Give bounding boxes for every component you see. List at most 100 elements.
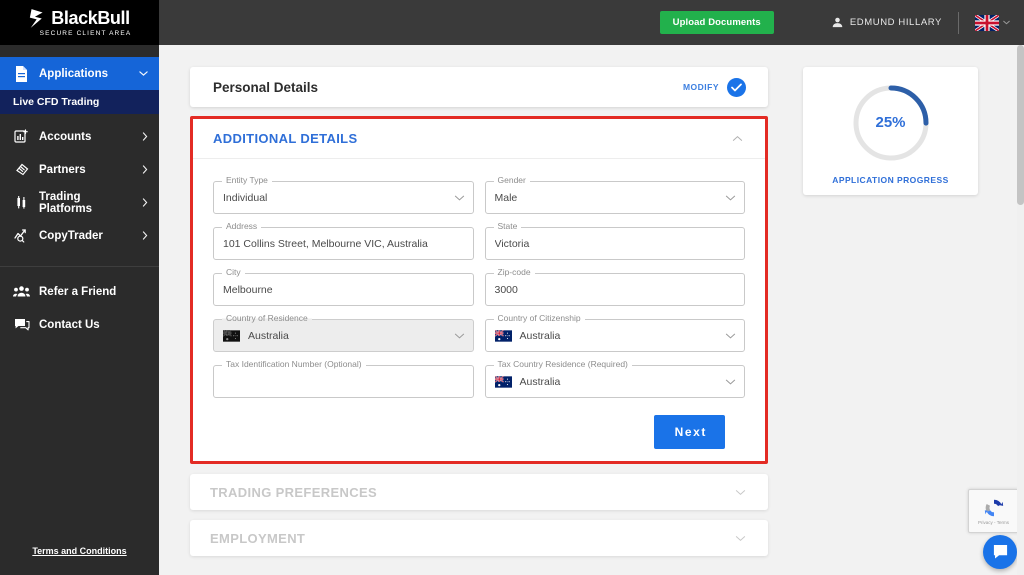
chat-icon <box>13 316 30 333</box>
country-of-residence-select[interactable]: Country of Residence Australia <box>213 313 474 352</box>
additional-details-title: ADDITIONAL DETAILS <box>213 131 358 146</box>
sidebar-item-accounts[interactable]: Accounts <box>0 120 159 153</box>
entity-type-select[interactable]: Entity Type Individual <box>213 175 474 214</box>
field-label: Country of Citizenship <box>493 313 585 324</box>
modify-link[interactable]: MODIFY <box>683 82 719 92</box>
field-label: City <box>222 267 245 278</box>
chevron-down-icon[interactable] <box>725 332 736 339</box>
form-row: Entity Type Individual Gender Male <box>213 175 745 214</box>
chevron-down-icon[interactable] <box>725 378 736 385</box>
chevron-down-icon[interactable] <box>454 332 465 339</box>
sidebar-item-trading-platforms[interactable]: Trading Platforms <box>0 186 159 219</box>
completed-check-badge[interactable] <box>727 77 746 97</box>
chevron-right-icon <box>142 198 148 207</box>
person-icon <box>832 17 843 28</box>
chevron-down-icon[interactable] <box>735 535 746 542</box>
chevron-down-icon <box>139 71 148 76</box>
progress-percent: 25% <box>875 114 906 131</box>
chevron-down-icon[interactable] <box>735 489 746 496</box>
progress-ring: 25% <box>850 82 932 164</box>
address-input[interactable]: Address 101 Collins Street, Melbourne VI… <box>213 221 474 260</box>
field-label: Entity Type <box>222 175 272 186</box>
recaptcha-badge[interactable]: Privacy - Terms <box>968 489 1019 533</box>
chat-bubble-icon <box>993 544 1007 559</box>
chevron-up-icon[interactable] <box>732 135 743 142</box>
recaptcha-text: Privacy - Terms <box>978 520 1009 525</box>
application-progress-card: 25% APPLICATION PROGRESS <box>803 67 978 195</box>
brand-tagline: SECURE CLIENT AREA <box>39 30 132 37</box>
sidebar-label-accounts: Accounts <box>39 130 92 143</box>
upload-documents-button[interactable]: Upload Documents <box>659 11 774 34</box>
page-scrollbar[interactable] <box>1017 45 1024 575</box>
user-menu[interactable]: EDMUND HILLARY <box>832 17 942 28</box>
tax-identification-number-input[interactable]: Tax Identification Number (Optional) <box>213 359 474 398</box>
next-button[interactable]: Next <box>653 415 725 449</box>
additional-details-section: ADDITIONAL DETAILS Entity Type Individua… <box>193 119 765 461</box>
additional-details-header[interactable]: ADDITIONAL DETAILS <box>193 119 765 159</box>
chevron-down-icon[interactable] <box>725 194 736 201</box>
topbar-divider <box>958 11 959 34</box>
terms-and-conditions-link[interactable]: Terms and Conditions <box>0 546 159 556</box>
chevron-right-icon <box>142 165 148 174</box>
zip-code-input[interactable]: Zip-code 3000 <box>484 267 745 306</box>
brand-logo[interactable]: BlackBull SECURE CLIENT AREA <box>0 0 159 45</box>
field-label: Address <box>222 221 262 232</box>
tax-country-residence-select[interactable]: Tax Country Residence (Required) Austral… <box>484 359 745 398</box>
field-label: Gender <box>493 175 530 186</box>
sidebar-item-copytrader[interactable]: CopyTrader <box>0 219 159 252</box>
scrollbar-thumb[interactable] <box>1017 45 1024 205</box>
sidebar-sublabel: Live CFD Trading <box>13 96 100 108</box>
au-flag-icon <box>223 329 240 342</box>
additional-details-highlight: ADDITIONAL DETAILS Entity Type Individua… <box>190 116 768 464</box>
employment-section[interactable]: EMPLOYMENT <box>190 520 768 556</box>
progress-column: 25% APPLICATION PROGRESS <box>803 67 978 556</box>
progress-caption: APPLICATION PROGRESS <box>832 174 949 185</box>
sidebar-label-contact-us: Contact Us <box>39 318 100 331</box>
bull-logo-icon <box>30 9 43 28</box>
form-footer: Next <box>213 403 745 461</box>
handshake-icon <box>13 161 30 178</box>
uk-flag-icon <box>975 14 999 31</box>
sidebar-item-contact-us[interactable]: Contact Us <box>0 308 159 341</box>
candlestick-icon <box>13 194 30 211</box>
personal-details-section[interactable]: Personal Details MODIFY <box>190 67 768 107</box>
field-value: Melbourne <box>223 283 273 296</box>
sidebar-item-partners[interactable]: Partners <box>0 153 159 186</box>
field-label: State <box>493 221 522 232</box>
chart-plus-icon <box>13 128 30 145</box>
field-value: Australia <box>248 329 289 342</box>
sidebar: BlackBull SECURE CLIENT AREA Application… <box>0 0 159 575</box>
people-icon <box>13 283 30 300</box>
chat-support-button[interactable] <box>983 535 1017 569</box>
nav-spacer <box>0 45 159 57</box>
brand-name: BlackBull <box>51 8 130 28</box>
application-root: BlackBull SECURE CLIENT AREA Application… <box>0 0 1024 575</box>
check-icon <box>731 82 742 91</box>
field-label: Tax Country Residence (Required) <box>493 359 632 370</box>
document-icon <box>13 65 30 82</box>
field-label: Zip-code <box>493 267 535 278</box>
sidebar-subitem-live-cfd-trading[interactable]: Live CFD Trading <box>0 90 159 114</box>
trading-preferences-title: TRADING PREFERENCES <box>210 484 377 500</box>
language-selector[interactable] <box>975 14 1010 31</box>
form-row: Tax Identification Number (Optional) Tax… <box>213 359 745 398</box>
gender-select[interactable]: Gender Male <box>484 175 745 214</box>
sidebar-label-partners: Partners <box>39 163 86 176</box>
au-flag-icon <box>494 329 512 342</box>
sidebar-item-refer-a-friend[interactable]: Refer a Friend <box>0 275 159 308</box>
personal-details-title: Personal Details <box>213 79 319 95</box>
form-row: Address 101 Collins Street, Melbourne VI… <box>213 221 745 260</box>
field-label: Tax Identification Number (Optional) <box>222 359 366 370</box>
sidebar-item-applications[interactable]: Applications <box>0 57 159 90</box>
chevron-down-icon[interactable] <box>454 194 465 201</box>
country-of-citizenship-select[interactable]: Country of Citizenship Australia <box>484 313 745 352</box>
sidebar-label-applications: Applications <box>39 67 109 80</box>
state-input[interactable]: State Victoria <box>484 221 745 260</box>
sidebar-label-refer-a-friend: Refer a Friend <box>39 285 117 298</box>
trading-preferences-section[interactable]: TRADING PREFERENCES <box>190 474 768 510</box>
city-input[interactable]: City Melbourne <box>213 267 474 306</box>
sidebar-label-copytrader: CopyTrader <box>39 229 103 242</box>
chevron-down-icon <box>1003 20 1010 25</box>
field-value: Australia <box>519 375 561 388</box>
employment-title: EMPLOYMENT <box>210 530 306 546</box>
